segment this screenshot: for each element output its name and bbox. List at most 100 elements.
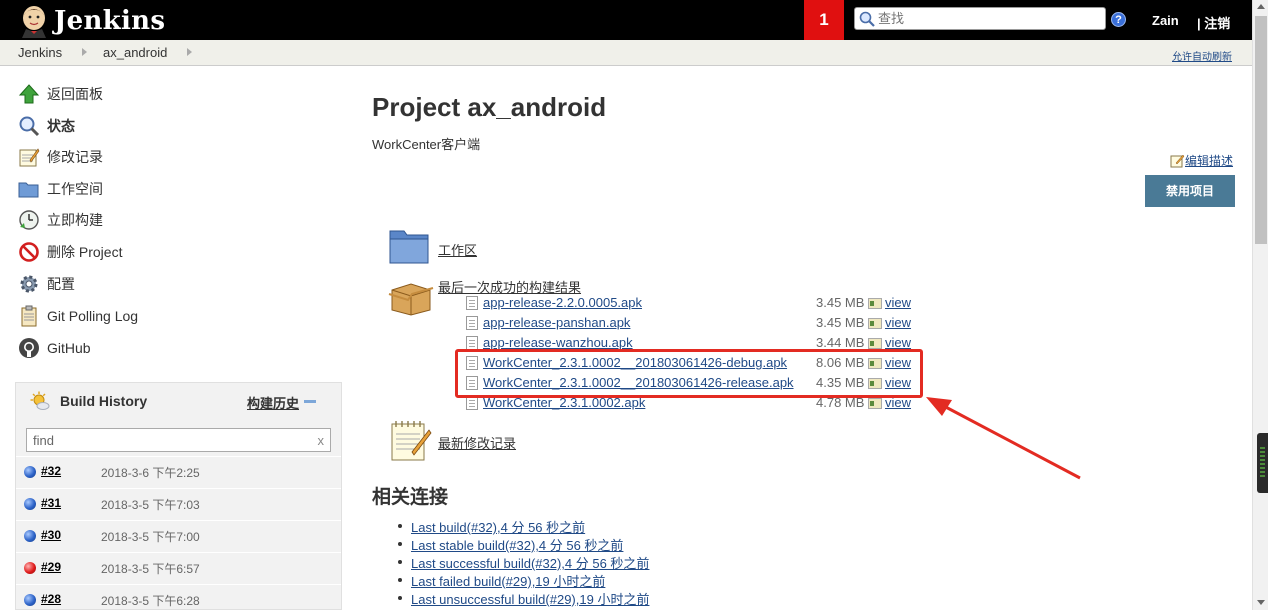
sidebar-item-label: 工作空间 — [47, 181, 103, 197]
breadcrumb-separator-icon[interactable] — [82, 48, 87, 56]
build-number-link[interactable]: #30 — [41, 528, 61, 542]
jenkins-logo[interactable]: Jenkins — [18, 4, 165, 38]
side-widget-handle[interactable] — [1257, 433, 1268, 493]
sidebar-item-label: 修改记录 — [47, 149, 103, 165]
weather-sun-icon — [30, 391, 50, 410]
sidebar-item-delete-project[interactable]: 删除 Project — [18, 240, 122, 264]
build-number-link[interactable]: #32 — [41, 464, 61, 478]
fingerprint-icon[interactable] — [868, 298, 882, 309]
view-link[interactable]: view — [885, 315, 911, 330]
last-unsuccessful-build-link[interactable]: Last unsuccessful build(#29),19 小时之前 — [411, 592, 649, 607]
github-icon — [19, 338, 39, 358]
build-row: #29 2018-3-5 下午6:57 — [16, 552, 341, 584]
build-date[interactable]: 2018-3-5 下午6:57 — [101, 560, 200, 577]
fingerprint-icon[interactable] — [868, 318, 882, 329]
view-link[interactable]: view — [885, 295, 911, 310]
collapse-icon[interactable] — [304, 400, 316, 403]
no-entry-icon — [19, 242, 39, 262]
artifact-link[interactable]: app-release-wanzhou.apk — [483, 335, 633, 350]
clear-icon[interactable]: x — [318, 433, 325, 448]
list-item: Last unsuccessful build(#29),19 小时之前 — [398, 589, 649, 607]
user-link[interactable]: Zain — [1152, 13, 1179, 28]
artifact-size: 3.45 MB — [816, 295, 865, 310]
file-icon — [466, 396, 478, 410]
sidebar-item-build-now[interactable]: 立即构建 — [18, 208, 103, 232]
workspace-folder-icon — [389, 230, 429, 264]
top-header: Jenkins 1 ? Zain | 注销 — [0, 0, 1252, 40]
sidebar-item-label: 配置 — [47, 276, 75, 292]
logo-text: Jenkins — [54, 6, 166, 36]
file-icon — [466, 296, 478, 310]
sidebar-item-label: 状态 — [47, 118, 75, 134]
gear-icon — [20, 275, 38, 293]
up-arrow-icon — [18, 84, 40, 104]
edit-description-link[interactable]: 编辑描述 — [1170, 152, 1233, 169]
clock-icon — [19, 210, 39, 230]
fingerprint-icon[interactable] — [868, 338, 882, 349]
disable-project-button[interactable]: 禁用项目 — [1145, 175, 1235, 207]
find-placeholder: find — [33, 433, 54, 448]
sidebar-item-label: 返回面板 — [47, 86, 103, 102]
artifact-row: app-release-panshan.apk 3.45 MB view — [466, 314, 926, 332]
jenkins-butler-icon — [22, 6, 46, 38]
build-date[interactable]: 2018-3-5 下午6:28 — [101, 592, 200, 609]
build-history-find-input[interactable]: find x — [26, 428, 331, 452]
artifact-size: 3.44 MB — [816, 335, 865, 350]
build-number-link[interactable]: #29 — [41, 560, 61, 574]
build-history-trend-link[interactable]: 构建历史 — [247, 393, 299, 412]
magnifier-icon — [19, 116, 40, 137]
search-input[interactable] — [878, 11, 1078, 26]
search-icon — [859, 11, 875, 27]
sidebar-item-label: GitHub — [47, 340, 91, 356]
build-date[interactable]: 2018-3-5 下午7:00 — [101, 528, 200, 545]
sidebar-item-label: Git Polling Log — [47, 308, 139, 324]
build-number-link[interactable]: #31 — [41, 496, 61, 510]
help-icon[interactable]: ? — [1111, 12, 1126, 27]
breadcrumb-jenkins[interactable]: Jenkins — [18, 45, 62, 60]
breadcrumb-project[interactable]: ax_android — [103, 45, 167, 60]
last-stable-build-link[interactable]: Last stable build(#32),4 分 56 秒之前 — [411, 538, 623, 553]
view-link[interactable]: view — [885, 335, 911, 350]
breadcrumb-separator-icon[interactable] — [187, 48, 192, 56]
build-status-blue-icon[interactable] — [24, 530, 36, 542]
sidebar-item-back-to-dashboard[interactable]: 返回面板 — [18, 82, 103, 106]
scroll-thumb[interactable] — [1255, 16, 1267, 244]
sidebar-item-github[interactable]: GitHub — [18, 336, 91, 360]
build-number-link[interactable]: #28 — [41, 592, 61, 606]
build-row: #30 2018-3-5 下午7:00 — [16, 520, 341, 552]
sidebar-item-label: 删除 Project — [47, 244, 123, 260]
build-date[interactable]: 2018-3-5 下午7:03 — [101, 496, 200, 513]
artifact-link[interactable]: app-release-panshan.apk — [483, 315, 630, 330]
recent-changes-link[interactable]: 最新修改记录 — [438, 433, 516, 452]
vertical-scrollbar[interactable] — [1252, 0, 1268, 610]
build-status-blue-icon[interactable] — [24, 498, 36, 510]
last-build-link[interactable]: Last build(#32),4 分 56 秒之前 — [411, 520, 585, 535]
search-box[interactable] — [854, 7, 1106, 30]
build-date[interactable]: 2018-3-6 下午2:25 — [101, 464, 200, 481]
edit-icon — [1170, 154, 1185, 168]
sidebar-item-git-polling-log[interactable]: Git Polling Log — [18, 304, 138, 328]
fingerprint-icon[interactable] — [868, 398, 882, 409]
scroll-up-icon[interactable] — [1257, 4, 1265, 9]
last-successful-build-link[interactable]: Last successful build(#32),4 分 56 秒之前 — [411, 556, 649, 571]
build-row: #32 2018-3-6 下午2:25 — [16, 456, 341, 488]
sidebar-item-status[interactable]: 状态 — [18, 114, 75, 138]
auto-refresh-link[interactable]: 允许自动刷新 — [1172, 48, 1232, 63]
sidebar-item-changes[interactable]: 修改记录 — [18, 145, 103, 169]
last-failed-build-link[interactable]: Last failed build(#29),19 小时之前 — [411, 574, 605, 589]
sidebar-item-workspace[interactable]: 工作空间 — [18, 177, 103, 201]
workspace-link[interactable]: 工作区 — [438, 240, 477, 259]
notepad-icon — [391, 421, 432, 461]
build-status-red-icon[interactable] — [24, 562, 36, 574]
related-links-title: 相关连接 — [372, 487, 449, 508]
notification-badge[interactable]: 1 — [804, 0, 844, 40]
sidebar-item-configure[interactable]: 配置 — [18, 272, 75, 296]
artifact-link[interactable]: app-release-2.2.0.0005.apk — [483, 295, 642, 310]
scroll-down-icon[interactable] — [1257, 600, 1265, 605]
build-status-blue-icon[interactable] — [24, 594, 36, 606]
build-row: #31 2018-3-5 下午7:03 — [16, 488, 341, 520]
related-links-list: Last build(#32),4 分 56 秒之前 Last stable b… — [398, 517, 649, 607]
list-item: Last successful build(#32),4 分 56 秒之前 — [398, 553, 649, 571]
build-status-blue-icon[interactable] — [24, 466, 36, 478]
logout-link[interactable]: | 注销 — [1197, 13, 1230, 32]
